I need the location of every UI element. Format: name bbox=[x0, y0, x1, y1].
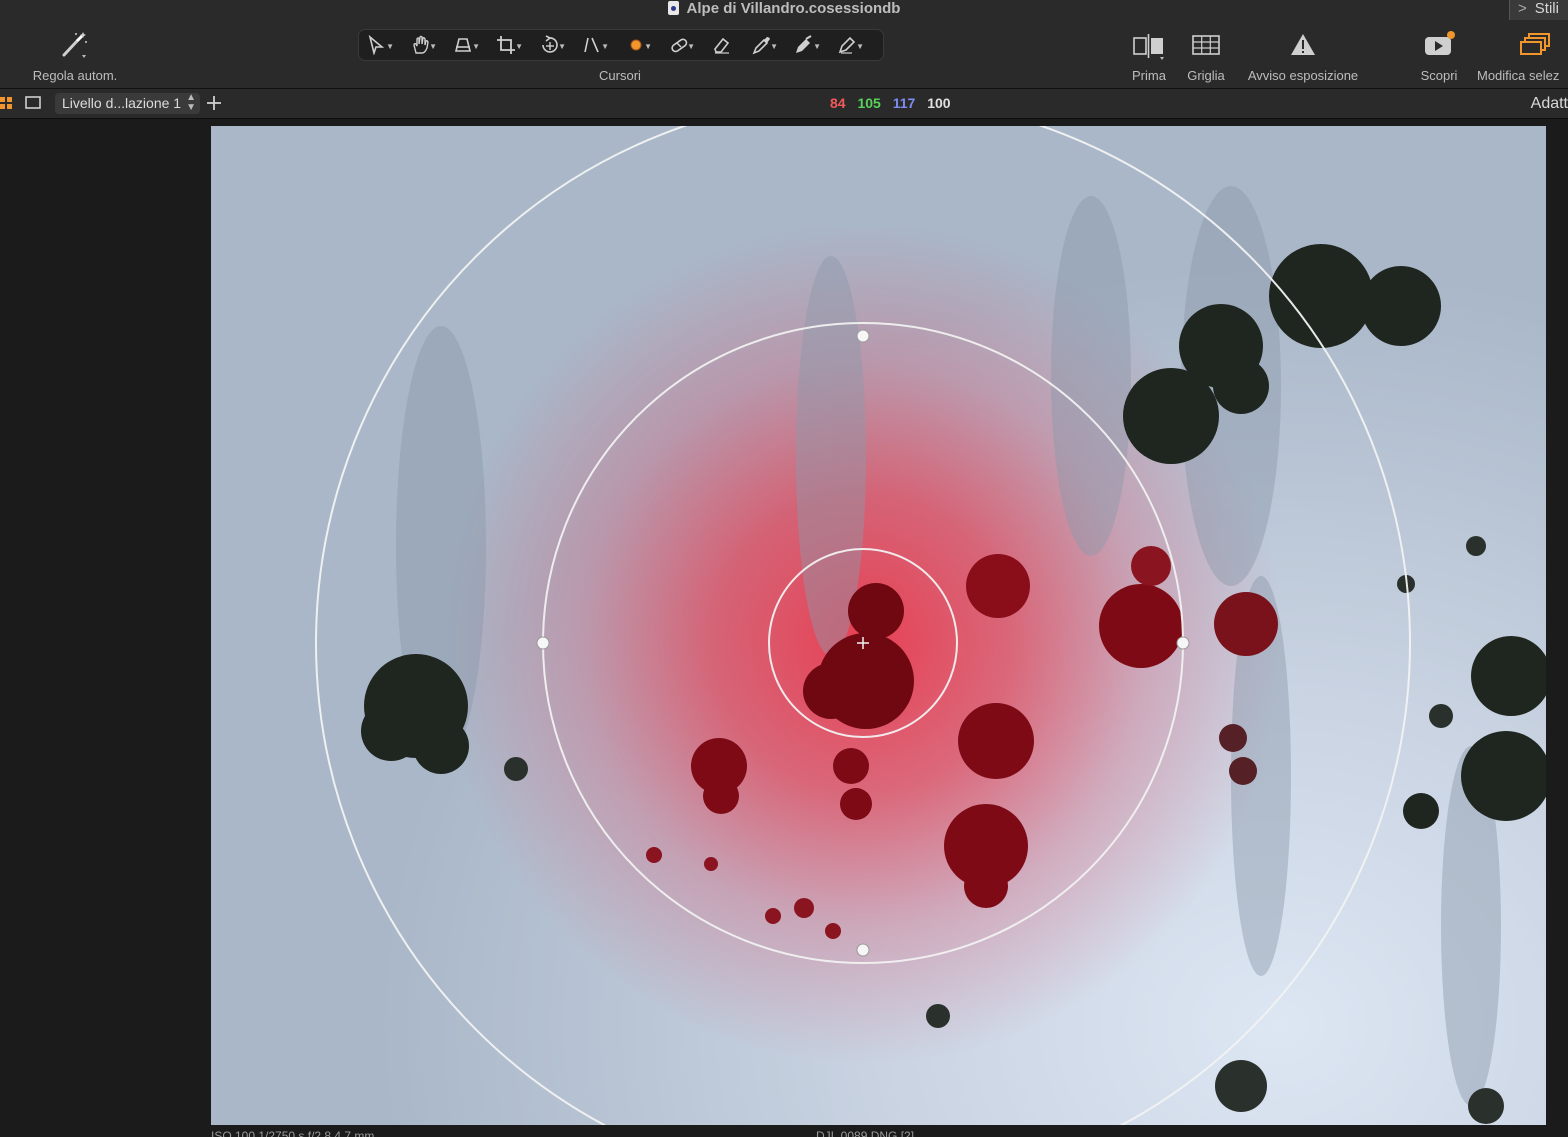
fit-zoom-button[interactable]: Adatt bbox=[1531, 95, 1568, 113]
tree bbox=[966, 554, 1030, 618]
tree bbox=[1131, 546, 1171, 586]
edit-selection-label: Modifica selez bbox=[1477, 68, 1560, 83]
session-document-icon bbox=[667, 1, 679, 15]
crop-tool[interactable]: ▼ bbox=[492, 34, 528, 56]
brush-tool[interactable]: ▼ bbox=[790, 34, 826, 56]
tree bbox=[1403, 636, 1546, 829]
grid-icon bbox=[1192, 35, 1220, 55]
right-panel-edge bbox=[1546, 119, 1568, 1137]
readout-b: 117 bbox=[892, 95, 916, 111]
pan-tool[interactable]: ▼ bbox=[406, 34, 442, 56]
cursor-tools-group: ▼ ▼ ▼ ▼ ▼ ▼ ▼ ▼ ▼ ▼ ▼ bbox=[358, 29, 884, 61]
main-toolbar: Regola autom. ▼ ▼ ▼ ▼ ▼ ▼ ▼ ▼ ▼ ▼ ▼ Curs… bbox=[0, 20, 1568, 89]
eyedropper-tool[interactable]: ▼ bbox=[747, 34, 783, 56]
layer-select[interactable]: Livello d...lazione 1 ▲ ▼ bbox=[55, 93, 200, 114]
chevron-down-icon: ▼ bbox=[429, 42, 437, 51]
chevron-down-icon: ▼ bbox=[813, 42, 821, 51]
image-info-bar: ISO 100 1/2750 s f/2.8 4.7 mm DJI_0089.D… bbox=[211, 1127, 1568, 1137]
window-title-text: Alpe di Villandro.cosessiondb bbox=[686, 0, 901, 17]
mask-handle-top[interactable] bbox=[856, 329, 870, 343]
tree bbox=[691, 738, 747, 814]
chevron-down-icon: ▼ bbox=[770, 42, 778, 51]
tree bbox=[1123, 244, 1441, 464]
chevron-down-icon: ▼ bbox=[472, 42, 480, 51]
keystone-tool[interactable]: ▼ bbox=[449, 34, 485, 56]
viewer-overlay bbox=[315, 126, 1546, 1125]
before-after-icon bbox=[1133, 34, 1164, 60]
pen-tool[interactable]: ▼ bbox=[833, 34, 869, 56]
exif-info: ISO 100 1/2750 s f/2.8 4.7 mm bbox=[211, 1129, 375, 1137]
tree bbox=[944, 804, 1028, 908]
discover-label: Scopri bbox=[1420, 68, 1458, 83]
chevron-right-icon: > bbox=[1518, 0, 1527, 17]
updown-chevron-icon: ▲ ▼ bbox=[186, 92, 196, 113]
play-video-icon bbox=[1425, 31, 1455, 55]
mask-handle-right[interactable] bbox=[1176, 636, 1190, 650]
exposure-warning-label: Avviso esposizione bbox=[1247, 68, 1359, 83]
chevron-down-icon: ▼ bbox=[687, 42, 695, 51]
tree bbox=[646, 847, 841, 939]
image-viewer[interactable] bbox=[211, 126, 1546, 1125]
magic-wand-icon bbox=[62, 32, 87, 58]
eraser-tool[interactable] bbox=[707, 34, 743, 56]
chevron-down-icon: ▼ bbox=[558, 42, 566, 51]
grid-view-icon[interactable] bbox=[0, 97, 14, 111]
readout-l: 100 bbox=[927, 95, 951, 111]
tree bbox=[1214, 592, 1278, 656]
readout-g: 105 bbox=[857, 95, 881, 111]
cursors-label: Cursori bbox=[599, 68, 641, 83]
styles-label: Stili bbox=[1534, 0, 1559, 17]
layer-select-value: Livello d...lazione 1 bbox=[62, 95, 182, 111]
select-tool[interactable]: ▼ bbox=[363, 34, 399, 56]
readout-r: 84 bbox=[830, 95, 846, 111]
left-panel bbox=[0, 119, 211, 1137]
straighten-tool[interactable]: ▼ bbox=[578, 34, 614, 56]
auto-adjust-label: Regola autom. bbox=[32, 68, 118, 83]
before-button[interactable]: Prima bbox=[1124, 20, 1174, 88]
add-layer-icon[interactable] bbox=[206, 95, 222, 111]
color-readout: 84 105 117 100 bbox=[830, 95, 959, 111]
color-picker-tool[interactable]: ▼ bbox=[621, 34, 657, 56]
styles-panel-toggle[interactable]: > Stili bbox=[1509, 0, 1568, 20]
healing-brush-tool[interactable]: ▼ bbox=[664, 34, 700, 56]
chevron-down-icon: ▼ bbox=[386, 42, 394, 51]
mask-handle-left[interactable] bbox=[536, 636, 550, 650]
trees bbox=[361, 244, 1546, 1124]
before-label: Prima bbox=[1132, 68, 1166, 83]
tree bbox=[1099, 584, 1183, 668]
window-title: Alpe di Villandro.cosessiondb bbox=[0, 0, 1568, 20]
title-bar: Alpe di Villandro.cosessiondb > Stili bbox=[0, 0, 1568, 20]
auto-adjust-button[interactable]: Regola autom. bbox=[20, 20, 130, 88]
chevron-down-icon: ▼ bbox=[515, 42, 523, 51]
chevron-down-icon: ▼ bbox=[601, 42, 609, 51]
mask-handle-bottom[interactable] bbox=[856, 943, 870, 957]
edit-selection-button[interactable]: Modifica selez bbox=[1474, 20, 1568, 88]
eraser-icon bbox=[714, 37, 730, 54]
chevron-down-icon: ▼ bbox=[644, 42, 652, 51]
grid-button[interactable]: Griglia bbox=[1180, 20, 1232, 88]
exposure-warning-button[interactable]: Avviso esposizione bbox=[1240, 20, 1366, 88]
single-view-icon[interactable] bbox=[25, 96, 41, 110]
tree bbox=[361, 654, 469, 774]
chevron-down-icon: ▼ bbox=[856, 42, 864, 51]
stacked-layers-icon bbox=[1520, 33, 1550, 55]
tree bbox=[958, 703, 1034, 779]
rotate-tool[interactable]: ▼ bbox=[535, 34, 571, 56]
warning-triangle-icon bbox=[1291, 34, 1315, 55]
grid-label: Griglia bbox=[1187, 68, 1225, 83]
discover-button[interactable]: Scopri bbox=[1414, 20, 1464, 88]
tree bbox=[833, 748, 872, 820]
filename-info: DJI_0089.DNG [2] bbox=[816, 1129, 915, 1137]
layer-bar: Livello d...lazione 1 ▲ ▼ 84 105 117 100 … bbox=[0, 89, 1568, 119]
